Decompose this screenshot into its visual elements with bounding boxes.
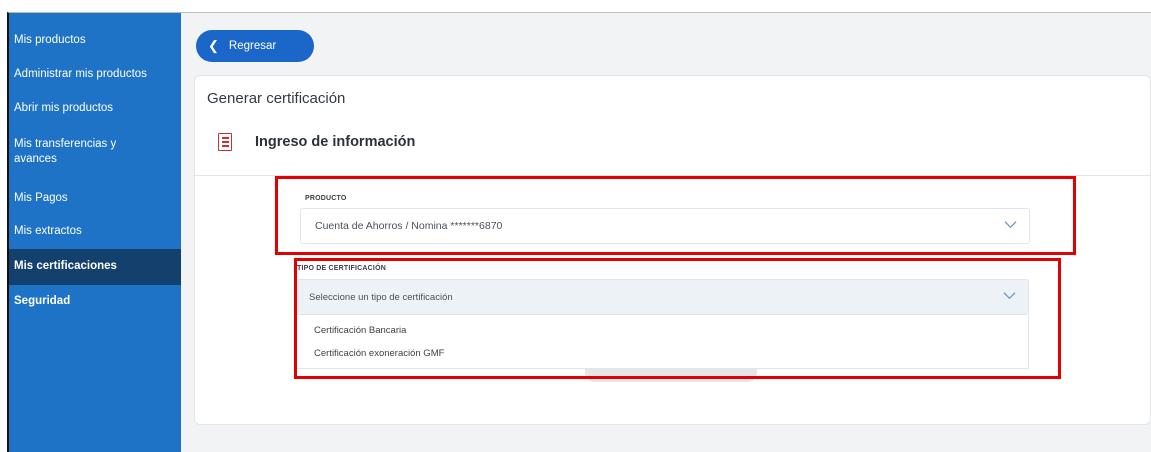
option-certificacion-bancaria[interactable]: Certificación Bancaria (314, 325, 406, 336)
continue-button-shadow (585, 368, 757, 382)
form-area: PRODUCTO Cuenta de Ahorros / Nomina ****… (192, 74, 1151, 424)
sidebar-item-administrar-productos[interactable]: Administrar mis productos (9, 67, 181, 82)
sidebar: Mis productos Administrar mis productos … (9, 13, 181, 452)
sidebar-item-extractos[interactable]: Mis extractos (9, 224, 181, 239)
sidebar-item-certificaciones[interactable]: Mis certificaciones (9, 249, 181, 285)
producto-select[interactable]: Cuenta de Ahorros / Nomina *******6870 (300, 208, 1030, 244)
chevron-down-icon (1004, 221, 1017, 229)
sidebar-item-abrir-productos[interactable]: Abrir mis productos (9, 101, 181, 116)
option-certificacion-gmf[interactable]: Certificación exoneración GMF (314, 348, 444, 359)
tipo-certificacion-select[interactable]: Seleccione un tipo de certificación (296, 279, 1029, 315)
sidebar-item-pagos[interactable]: Mis Pagos (9, 191, 181, 206)
sidebar-item-seguridad[interactable]: Seguridad (9, 294, 181, 309)
back-button-label: Regresar (228, 40, 277, 52)
chevron-left-icon: ❮ (208, 38, 219, 53)
tipo-certificacion-options: Certificación Bancaria Certificación exo… (296, 315, 1029, 369)
chevron-down-icon (1003, 292, 1016, 300)
producto-value: Cuenta de Ahorros / Nomina *******6870 (315, 220, 503, 232)
back-button[interactable]: ❮ Regresar (196, 30, 314, 62)
tipo-certificacion-label: TIPO DE CERTIFICACIÓN (297, 265, 386, 272)
sidebar-item-transferencias[interactable]: Mis transferencias y avances (9, 137, 159, 167)
tipo-certificacion-placeholder: Seleccione un tipo de certificación (309, 291, 453, 303)
sidebar-item-mis-productos[interactable]: Mis productos (9, 33, 181, 48)
producto-label: PRODUCTO (305, 195, 347, 202)
